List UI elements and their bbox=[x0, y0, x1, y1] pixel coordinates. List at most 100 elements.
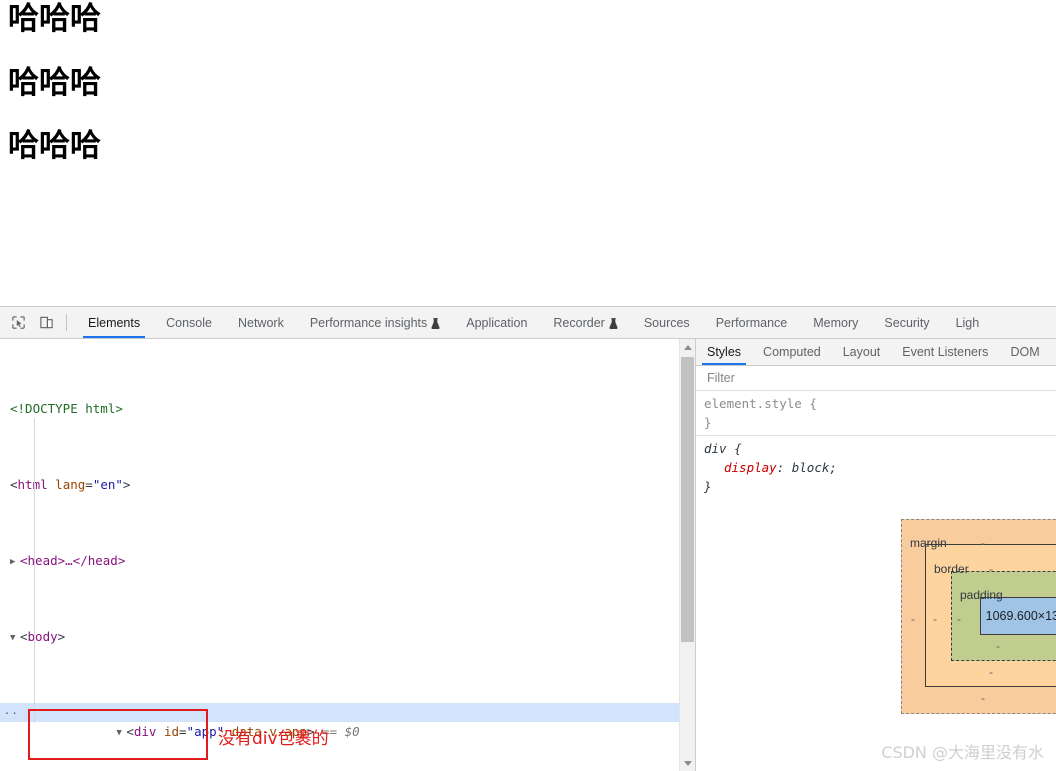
styles-filter-input[interactable] bbox=[705, 370, 1025, 386]
dom-line-body[interactable]: ▼ <body> bbox=[0, 627, 679, 646]
tab-console[interactable]: Console bbox=[153, 307, 225, 338]
inspect-element-icon[interactable] bbox=[4, 307, 32, 338]
dom-line-head[interactable]: ▶ <head>…</head> bbox=[0, 551, 679, 570]
styles-pane: Styles Computed Layout Event Listeners D… bbox=[695, 339, 1056, 771]
tab-sources-label: Sources bbox=[643, 315, 690, 330]
tab-styles-label: Styles bbox=[707, 345, 742, 359]
div-rule-selector: div bbox=[704, 441, 727, 456]
page-heading-1: 哈哈哈 bbox=[8, 1, 101, 37]
tab-computed-label: Computed bbox=[763, 345, 821, 359]
collapse-triangle-icon[interactable]: ▼ bbox=[10, 629, 20, 648]
tab-memory[interactable]: Memory bbox=[800, 307, 871, 338]
div-rule-close-brace: } bbox=[704, 479, 712, 494]
styles-filter-row[interactable] bbox=[696, 366, 1056, 391]
element-style-selector: element.style bbox=[704, 396, 802, 411]
box-model-padding-left-value[interactable]: - bbox=[957, 612, 961, 626]
elements-dom-pane[interactable]: <!DOCTYPE html> <html lang="en"> ▶ <head>… bbox=[0, 339, 679, 771]
tab-memory-label: Memory bbox=[813, 315, 859, 330]
expand-triangle-icon[interactable]: ▶ bbox=[10, 553, 20, 572]
box-model-border-top-value[interactable]: - bbox=[989, 562, 993, 576]
beaker-icon bbox=[609, 318, 618, 329]
html-attr-value: "en" bbox=[92, 477, 123, 492]
devtools-toolbar: Elements Console Network Performance ins… bbox=[0, 307, 1056, 339]
element-style-close-brace: } bbox=[704, 415, 712, 430]
tab-computed[interactable]: Computed bbox=[752, 339, 832, 365]
page-heading-2: 哈哈哈 bbox=[8, 65, 101, 101]
box-model-content[interactable]: 1069.600×135.8 bbox=[980, 597, 1056, 635]
tab-network-label: Network bbox=[237, 315, 284, 330]
head-collapsed-text: <head>…</head> bbox=[20, 553, 126, 568]
styles-tab-strip: Styles Computed Layout Event Listeners D… bbox=[696, 339, 1056, 366]
node-more-badge[interactable]: ··· bbox=[0, 704, 18, 723]
box-model-border-bottom-value[interactable]: - bbox=[989, 665, 993, 679]
app-tag-name: div bbox=[133, 724, 157, 739]
style-rule-element-style[interactable]: element.style { } bbox=[696, 391, 1056, 435]
tab-recorder[interactable]: Recorder bbox=[540, 307, 630, 338]
element-style-open-brace: { bbox=[809, 396, 817, 411]
div-rule-property[interactable]: display bbox=[704, 460, 777, 475]
devtools-panel: Elements Console Network Performance ins… bbox=[0, 306, 1056, 771]
tab-layout[interactable]: Layout bbox=[832, 339, 892, 365]
screenshot-root: 哈哈哈 哈哈哈 哈哈哈 Elements Console Network Per… bbox=[0, 0, 1056, 771]
div-rule-open-brace: { bbox=[734, 441, 742, 456]
tab-sources[interactable]: Sources bbox=[631, 307, 703, 338]
html-tag-name: html bbox=[17, 477, 48, 492]
tab-console-label: Console bbox=[166, 315, 212, 330]
box-model-border-label: border bbox=[934, 562, 969, 576]
box-model-content-size: 1069.600×135.8 bbox=[985, 609, 1056, 623]
devtools-tab-strip: Elements Console Network Performance ins… bbox=[75, 307, 1056, 338]
dom-tree: <!DOCTYPE html> <html lang="en"> ▶ <head>… bbox=[0, 339, 679, 771]
page-heading-3: 哈哈哈 bbox=[8, 128, 101, 164]
app-id-attr-name: id bbox=[163, 724, 180, 739]
tab-application[interactable]: Application bbox=[453, 307, 540, 338]
tab-security[interactable]: Security bbox=[871, 307, 942, 338]
tab-event-listeners-label: Event Listeners bbox=[902, 345, 989, 359]
html-attr-name: lang bbox=[55, 477, 86, 492]
tab-layout-label: Layout bbox=[842, 345, 881, 359]
tab-performance-insights[interactable]: Performance insights bbox=[297, 307, 453, 338]
box-model-margin-left-value[interactable]: - bbox=[911, 612, 915, 626]
scrollbar-thumb[interactable] bbox=[681, 357, 694, 642]
tab-performance-insights-label: Performance insights bbox=[309, 315, 428, 330]
body-tag-name: body bbox=[27, 629, 58, 644]
tab-event-listeners[interactable]: Event Listeners bbox=[891, 339, 999, 365]
device-toolbar-icon[interactable] bbox=[32, 307, 60, 338]
tab-application-label: Application bbox=[466, 315, 528, 330]
dom-line-html[interactable]: <html lang="en"> bbox=[0, 475, 679, 494]
dom-line-app-div[interactable]: ···▼<div id="app" data-v-app> == $0 bbox=[0, 703, 679, 739]
csdn-watermark: CSDN @大海里没有水 bbox=[881, 743, 1044, 762]
rendered-page-viewport: 哈哈哈 哈哈哈 哈哈哈 bbox=[0, 0, 1056, 306]
beaker-icon bbox=[431, 318, 440, 329]
box-model-diagram: 1069.600×135.8 margin border padding - -… bbox=[901, 519, 1056, 714]
style-rule-div[interactable]: div { display: block; } bbox=[696, 435, 1056, 499]
tab-network[interactable]: Network bbox=[225, 307, 297, 338]
tab-recorder-label: Recorder bbox=[553, 315, 605, 330]
tab-performance-label: Performance bbox=[715, 315, 788, 330]
toolbar-divider bbox=[66, 314, 67, 331]
devtools-body: <!DOCTYPE html> <html lang="en"> ▶ <head>… bbox=[0, 339, 1056, 771]
dom-line-doctype[interactable]: <!DOCTYPE html> bbox=[0, 399, 679, 418]
doctype-text: <!DOCTYPE html> bbox=[10, 401, 123, 416]
tab-dom-breakpoints[interactable]: DOM bbox=[999, 339, 1050, 365]
annotation-label: 没有div包裹的 bbox=[218, 729, 329, 749]
tab-elements[interactable]: Elements bbox=[75, 307, 153, 338]
box-model-margin-bottom-value[interactable]: - bbox=[981, 691, 985, 705]
tab-performance[interactable]: Performance bbox=[703, 307, 801, 338]
tab-lighthouse-label: Ligh bbox=[955, 315, 980, 330]
tab-styles[interactable]: Styles bbox=[696, 339, 752, 365]
box-model-padding-bottom-value[interactable]: - bbox=[996, 639, 1000, 653]
dom-pane-scrollbar[interactable] bbox=[679, 339, 695, 771]
div-rule-value[interactable]: block; bbox=[792, 460, 837, 475]
tab-security-label: Security bbox=[884, 315, 930, 330]
scroll-up-arrow-icon[interactable] bbox=[680, 339, 695, 355]
box-model-border-left-value[interactable]: - bbox=[933, 612, 937, 626]
tab-dom-breakpoints-label: DOM bbox=[1010, 345, 1040, 359]
box-model-padding-top-value[interactable]: - bbox=[996, 588, 1000, 602]
scroll-down-arrow-icon[interactable] bbox=[680, 755, 695, 771]
box-model-margin-label: margin bbox=[910, 536, 947, 550]
collapse-triangle-icon[interactable]: ▼ bbox=[116, 724, 126, 743]
tab-elements-label: Elements bbox=[88, 315, 141, 330]
tab-lighthouse[interactable]: Ligh bbox=[943, 307, 993, 338]
box-model-margin-top-value[interactable]: - bbox=[981, 536, 985, 550]
indent-guide bbox=[34, 418, 35, 723]
